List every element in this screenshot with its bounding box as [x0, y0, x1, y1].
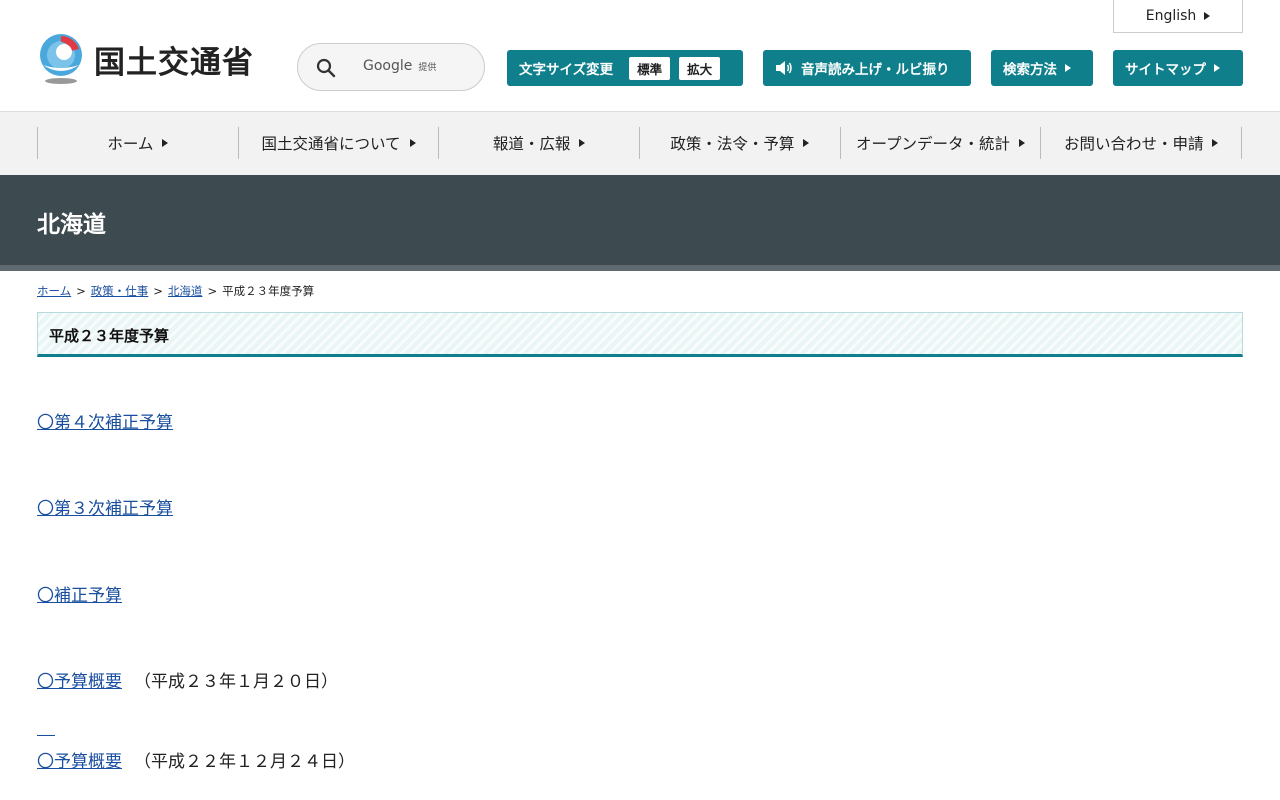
- site-header: 国土交通省 Google 提供 English 文字サイズ変更 標準 拡大 音声読…: [0, 0, 1280, 112]
- triangle-right-icon: [162, 139, 169, 147]
- triangle-right-icon: [1065, 64, 1071, 72]
- font-size-control: 文字サイズ変更 標準 拡大: [507, 50, 743, 86]
- list-item: 〇予算概要 （平成２３年１月２０日）: [37, 667, 338, 692]
- search-box[interactable]: Google 提供: [297, 43, 485, 91]
- item-date: （平成２３年１月２０日）: [134, 672, 338, 692]
- triangle-right-icon: [1204, 12, 1211, 20]
- list-item: 〇第３次補正予算: [37, 494, 173, 519]
- triangle-right-icon: [579, 139, 586, 147]
- audio-ruby-button[interactable]: 音声読み上げ・ルビ振り: [763, 50, 971, 86]
- search-icon[interactable]: [316, 58, 336, 78]
- list-item: 〇予算概要 （平成２２年１２月２４日）: [37, 747, 355, 772]
- nav-item-about[interactable]: 国土交通省について: [237, 127, 439, 159]
- nav-item-opendata[interactable]: オープンデータ・統計: [839, 127, 1041, 159]
- breadcrumb-separator: >: [153, 284, 163, 298]
- breadcrumb: ホーム > 政策・仕事 > 北海道 > 平成２３年度予算: [37, 283, 314, 299]
- item-date: （平成２２年１２月２４日）: [134, 752, 355, 772]
- breadcrumb-separator: >: [207, 284, 218, 298]
- speaker-icon: [776, 61, 792, 75]
- triangle-right-icon: [409, 139, 416, 147]
- breadcrumb-separator: >: [76, 284, 86, 298]
- nav-item-label: 政策・法令・予算: [670, 135, 795, 153]
- breadcrumb-link-home[interactable]: ホーム: [37, 284, 71, 298]
- nav-item-policy[interactable]: 政策・法令・予算: [639, 127, 840, 159]
- breadcrumb-link-hokkaido[interactable]: 北海道: [168, 284, 203, 298]
- provided-label: 提供: [418, 63, 437, 73]
- audio-label: 音声読み上げ・ルビ振り: [801, 62, 950, 78]
- breadcrumb-current: 平成２３年度予算: [222, 284, 315, 298]
- underline-fragment: [37, 735, 55, 736]
- triangle-right-icon: [803, 139, 810, 147]
- triangle-right-icon: [1019, 139, 1026, 147]
- list-item: 〇第４次補正予算: [37, 408, 173, 433]
- font-size-standard-button[interactable]: 標準: [629, 56, 671, 80]
- nav-item-label: オープンデータ・統計: [855, 135, 1011, 153]
- budget-link-3rd-supplementary[interactable]: 〇第３次補正予算: [37, 499, 173, 519]
- logo-text: 国土交通省: [94, 44, 254, 81]
- search-input[interactable]: Google 提供: [363, 58, 436, 74]
- budget-link-4th-supplementary[interactable]: 〇第４次補正予算: [37, 413, 173, 433]
- triangle-right-icon: [1212, 139, 1219, 147]
- triangle-right-icon: [1214, 64, 1220, 72]
- nav-item-label: 報道・広報: [492, 135, 571, 153]
- search-method-label: 検索方法: [1003, 62, 1057, 78]
- page-title: 平成２３年度予算: [49, 327, 170, 345]
- list-item: 〇補正予算: [37, 581, 122, 606]
- sitemap-label: サイトマップ: [1125, 62, 1206, 78]
- english-link[interactable]: English: [1113, 0, 1243, 33]
- nav-item-label: ホーム: [107, 135, 154, 153]
- nav-item-press[interactable]: 報道・広報: [438, 127, 639, 159]
- nav-item-label: お問い合わせ・申請: [1063, 135, 1204, 153]
- english-label: English: [1145, 8, 1197, 24]
- nav-item-label: 国土交通省について: [261, 135, 401, 153]
- global-nav: ホーム 国土交通省について 報道・広報 政策・法令・予算 オープンデータ・統計 …: [0, 112, 1280, 175]
- google-label: Google: [363, 58, 413, 74]
- page-heading: 平成２３年度予算: [37, 312, 1243, 357]
- mlit-logo-icon: [37, 33, 85, 85]
- nav-item-contact[interactable]: お問い合わせ・申請: [1040, 127, 1243, 159]
- search-method-button[interactable]: 検索方法: [991, 50, 1093, 86]
- budget-link-supplementary[interactable]: 〇補正予算: [37, 586, 122, 606]
- banner-divider: [0, 265, 1280, 271]
- font-size-label: 文字サイズ変更: [519, 62, 614, 78]
- nav-item-home[interactable]: ホーム: [37, 127, 238, 159]
- budget-link-overview-dec[interactable]: 〇予算概要: [37, 752, 122, 772]
- breadcrumb-link-policy[interactable]: 政策・仕事: [91, 284, 149, 298]
- site-logo[interactable]: 国土交通省: [37, 33, 254, 85]
- section-banner: 北海道: [0, 175, 1280, 265]
- section-title: 北海道: [37, 212, 106, 238]
- budget-link-overview-jan[interactable]: 〇予算概要: [37, 672, 122, 692]
- sitemap-button[interactable]: サイトマップ: [1113, 50, 1243, 86]
- font-size-large-button[interactable]: 拡大: [679, 56, 721, 80]
